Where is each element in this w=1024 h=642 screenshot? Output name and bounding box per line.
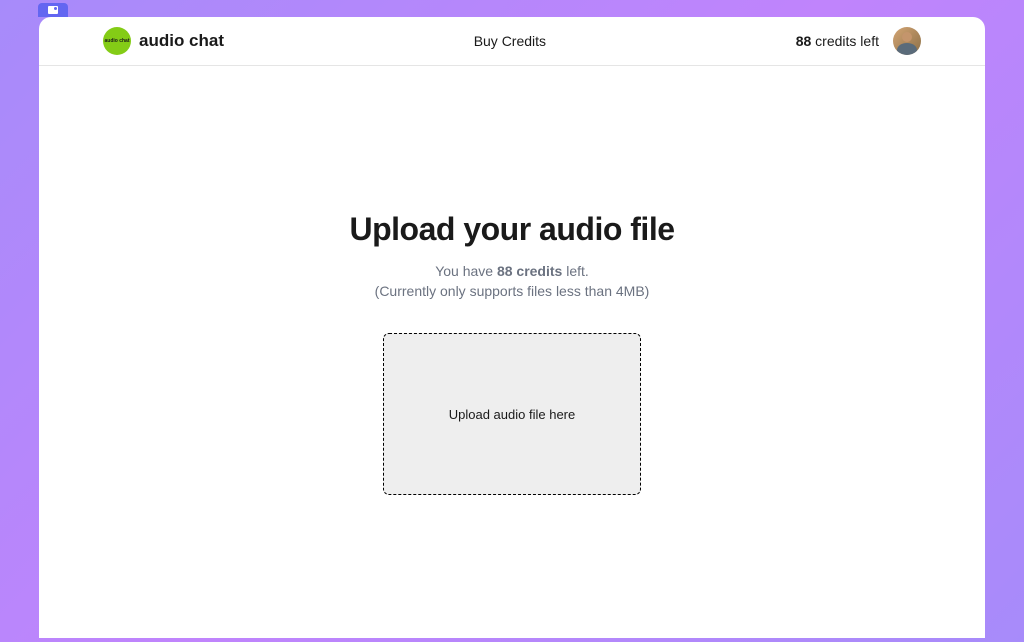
subtitle-prefix: You have [435, 263, 497, 279]
header-right: 88 credits left [796, 27, 921, 55]
subtitle-credits: 88 credits [497, 263, 562, 279]
page-title: Upload your audio file [349, 211, 674, 248]
logo-text: audio chat [104, 38, 129, 44]
upload-zone[interactable]: Upload audio file here [383, 333, 641, 495]
header: audio chat audio chat Buy Credits 88 cre… [39, 17, 985, 66]
credits-number: 88 [796, 33, 812, 49]
subtitle: You have 88 credits left. (Currently onl… [375, 262, 650, 301]
main-content: Upload your audio file You have 88 credi… [39, 66, 985, 495]
subtitle-suffix: left. [562, 263, 588, 279]
avatar[interactable] [893, 27, 921, 55]
credits-display: 88 credits left [796, 33, 879, 49]
buy-credits-link[interactable]: Buy Credits [474, 33, 546, 49]
upload-zone-label: Upload audio file here [449, 407, 575, 422]
brand-name: audio chat [139, 31, 224, 51]
credits-label: credits left [811, 33, 879, 49]
app-window: audio chat audio chat Buy Credits 88 cre… [39, 17, 985, 638]
brand-area[interactable]: audio chat audio chat [103, 27, 224, 55]
subtitle-line2: (Currently only supports files less than… [375, 283, 650, 299]
logo-icon: audio chat [103, 27, 131, 55]
window-icon [48, 6, 58, 14]
browser-tab[interactable] [38, 3, 68, 17]
